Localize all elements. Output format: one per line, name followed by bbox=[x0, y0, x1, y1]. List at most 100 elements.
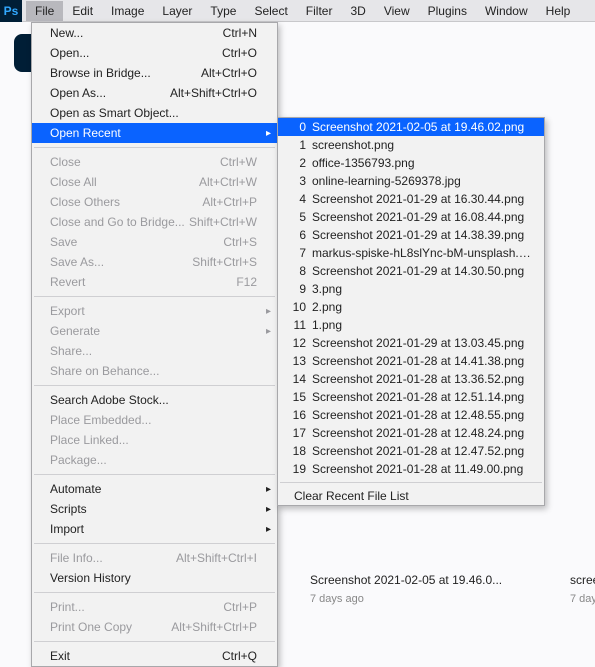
menu-item-label: Browse in Bridge... bbox=[50, 66, 201, 80]
recent-file-card-name: screenshot bbox=[570, 573, 595, 587]
menu-item-shortcut: F12 bbox=[236, 275, 257, 289]
recent-file-index: 7 bbox=[288, 246, 306, 260]
menu-item-import[interactable]: Import ▸ bbox=[32, 519, 277, 539]
recent-file-name: Screenshot 2021-01-29 at 16.30.44.png bbox=[312, 192, 532, 206]
submenu-arrow-icon: ▸ bbox=[266, 306, 271, 317]
recent-file-name: Screenshot 2021-01-29 at 14.38.39.png bbox=[312, 228, 532, 242]
menu-item-label: Exit bbox=[50, 649, 222, 663]
menubar-item-3d[interactable]: 3D bbox=[341, 1, 374, 21]
menu-separator bbox=[34, 641, 275, 642]
recent-file-name: online-learning-5269378.jpg bbox=[312, 174, 532, 188]
menu-item-shortcut: Shift+Ctrl+W bbox=[189, 215, 257, 229]
menu-item-print: Print...Ctrl+P bbox=[32, 597, 277, 617]
recent-file-item[interactable]: 0Screenshot 2021-02-05 at 19.46.02.png bbox=[278, 118, 544, 136]
recent-file-item[interactable]: 5Screenshot 2021-01-29 at 16.08.44.png bbox=[278, 208, 544, 226]
menu-item-shortcut: Ctrl+O bbox=[222, 46, 257, 60]
menu-item-automate[interactable]: Automate▸ bbox=[32, 479, 277, 499]
menu-item-open[interactable]: Open...Ctrl+O bbox=[32, 43, 277, 63]
menubar-item-plugins[interactable]: Plugins bbox=[419, 1, 476, 21]
menu-item-label: Open As... bbox=[50, 86, 170, 100]
recent-file-item[interactable]: 14Screenshot 2021-01-28 at 13.36.52.png bbox=[278, 370, 544, 388]
menu-item-label: Save As... bbox=[50, 255, 192, 269]
recent-file-item[interactable]: 16Screenshot 2021-01-28 at 12.48.55.png bbox=[278, 406, 544, 424]
recent-file-index: 10 bbox=[288, 300, 306, 314]
menubar-item-layer[interactable]: Layer bbox=[153, 1, 201, 21]
recent-file-item[interactable]: 6Screenshot 2021-01-29 at 14.38.39.png bbox=[278, 226, 544, 244]
menubar: Ps FileEditImageLayerTypeSelectFilter3DV… bbox=[0, 0, 595, 22]
menu-item-save: SaveCtrl+S bbox=[32, 232, 277, 252]
recent-file-card-name: Screenshot 2021-02-05 at 19.46.0... bbox=[310, 573, 510, 587]
menubar-item-type[interactable]: Type bbox=[201, 1, 245, 21]
recent-file-item[interactable]: 4Screenshot 2021-01-29 at 16.30.44.png bbox=[278, 190, 544, 208]
menu-item-shortcut: Ctrl+P bbox=[223, 600, 257, 614]
recent-file-index: 3 bbox=[288, 174, 306, 188]
recent-file-name: Screenshot 2021-01-29 at 13.03.45.png bbox=[312, 336, 532, 350]
recent-file-name: Screenshot 2021-01-29 at 14.30.50.png bbox=[312, 264, 532, 278]
recent-file-index: 0 bbox=[288, 120, 306, 134]
recent-file-index: 8 bbox=[288, 264, 306, 278]
menu-item-shortcut: Ctrl+S bbox=[223, 235, 257, 249]
menu-item-open-as-smart-object[interactable]: Open as Smart Object... bbox=[32, 103, 277, 123]
recent-file-item[interactable]: 2office-1356793.png bbox=[278, 154, 544, 172]
menu-item-label: Import bbox=[50, 522, 257, 536]
clear-recent-files[interactable]: Clear Recent File List bbox=[278, 487, 544, 505]
menu-item-label: Open Recent bbox=[50, 126, 257, 140]
menu-item-label: Package... bbox=[50, 453, 257, 467]
recent-file-item[interactable]: 93.png bbox=[278, 280, 544, 298]
menubar-item-image[interactable]: Image bbox=[102, 1, 153, 21]
menubar-item-help[interactable]: Help bbox=[537, 1, 580, 21]
submenu-arrow-icon: ▸ bbox=[266, 524, 271, 535]
recent-file-name: Screenshot 2021-01-28 at 12.48.24.png bbox=[312, 426, 532, 440]
menu-separator bbox=[34, 543, 275, 544]
recent-file-name: Screenshot 2021-01-28 at 11.49.00.png bbox=[312, 462, 532, 476]
menu-item-label: Generate bbox=[50, 324, 257, 338]
menubar-item-file[interactable]: File bbox=[26, 1, 63, 21]
menubar-item-select[interactable]: Select bbox=[245, 1, 296, 21]
recent-file-card-time: 7 days ago bbox=[310, 593, 510, 605]
recent-file-item[interactable]: 17Screenshot 2021-01-28 at 12.48.24.png bbox=[278, 424, 544, 442]
menu-item-version-history[interactable]: Version History bbox=[32, 568, 277, 588]
menu-item-place-embedded: Place Embedded... bbox=[32, 410, 277, 430]
menu-item-save-as: Save As...Shift+Ctrl+S bbox=[32, 252, 277, 272]
menu-item-close-others: Close OthersAlt+Ctrl+P bbox=[32, 192, 277, 212]
menubar-item-window[interactable]: Window bbox=[476, 1, 537, 21]
menu-item-label: Close and Go to Bridge... bbox=[50, 215, 189, 229]
menu-item-label: Open... bbox=[50, 46, 222, 60]
recent-file-card[interactable]: screenshot 7 days ago bbox=[570, 573, 595, 605]
menu-item-export: Export▸ bbox=[32, 301, 277, 321]
menubar-item-view[interactable]: View bbox=[375, 1, 419, 21]
menu-item-label: Search Adobe Stock... bbox=[50, 393, 257, 407]
recent-file-card-time: 7 days ago bbox=[570, 593, 595, 605]
menu-item-open-recent[interactable]: Open Recent▸ bbox=[32, 123, 277, 143]
recent-file-item[interactable]: 19Screenshot 2021-01-28 at 11.49.00.png bbox=[278, 460, 544, 478]
menu-item-new[interactable]: New...Ctrl+N bbox=[32, 23, 277, 43]
menubar-item-filter[interactable]: Filter bbox=[297, 1, 342, 21]
menubar-item-edit[interactable]: Edit bbox=[63, 1, 102, 21]
recent-file-item[interactable]: 102.png bbox=[278, 298, 544, 316]
recent-file-item[interactable]: 13Screenshot 2021-01-28 at 14.41.38.png bbox=[278, 352, 544, 370]
recent-file-index: 9 bbox=[288, 282, 306, 296]
recent-file-index: 11 bbox=[288, 318, 306, 332]
menu-item-open-as[interactable]: Open As...Alt+Shift+Ctrl+O bbox=[32, 83, 277, 103]
recent-file-item[interactable]: 18Screenshot 2021-01-28 at 12.47.52.png bbox=[278, 442, 544, 460]
recent-file-item[interactable]: 12 Screenshot 2021-01-29 at 13.03.45.png bbox=[278, 334, 544, 352]
menu-item-scripts[interactable]: Scripts▸ bbox=[32, 499, 277, 519]
menu-item-search-adobe-stock[interactable]: Search Adobe Stock... bbox=[32, 390, 277, 410]
recent-file-name: markus-spiske-hL8slYnc-bM-unsplash.jpg bbox=[312, 246, 532, 260]
menu-item-shortcut: Alt+Ctrl+P bbox=[202, 195, 257, 209]
menu-item-browse-in-bridge[interactable]: Browse in Bridge...Alt+Ctrl+O bbox=[32, 63, 277, 83]
menu-item-exit[interactable]: ExitCtrl+Q bbox=[32, 646, 277, 666]
recent-file-item[interactable]: 111.png bbox=[278, 316, 544, 334]
recent-file-index: 12 bbox=[288, 336, 306, 350]
recent-file-item[interactable]: 15Screenshot 2021-01-28 at 12.51.14.png bbox=[278, 388, 544, 406]
recent-file-name: Screenshot 2021-01-28 at 12.47.52.png bbox=[312, 444, 532, 458]
recent-file-item[interactable]: 7 markus-spiske-hL8slYnc-bM-unsplash.jpg bbox=[278, 244, 544, 262]
recent-file-item[interactable]: 8 Screenshot 2021-01-29 at 14.30.50.png bbox=[278, 262, 544, 280]
open-recent-submenu: 0Screenshot 2021-02-05 at 19.46.02.png1s… bbox=[277, 117, 545, 506]
recent-file-item[interactable]: 3 online-learning-5269378.jpg bbox=[278, 172, 544, 190]
menu-item-share: Share... bbox=[32, 341, 277, 361]
recent-file-card[interactable]: Screenshot 2021-02-05 at 19.46.0... 7 day… bbox=[310, 573, 510, 605]
recent-file-item[interactable]: 1screenshot.png bbox=[278, 136, 544, 154]
menu-separator bbox=[34, 296, 275, 297]
recent-file-index: 15 bbox=[288, 390, 306, 404]
